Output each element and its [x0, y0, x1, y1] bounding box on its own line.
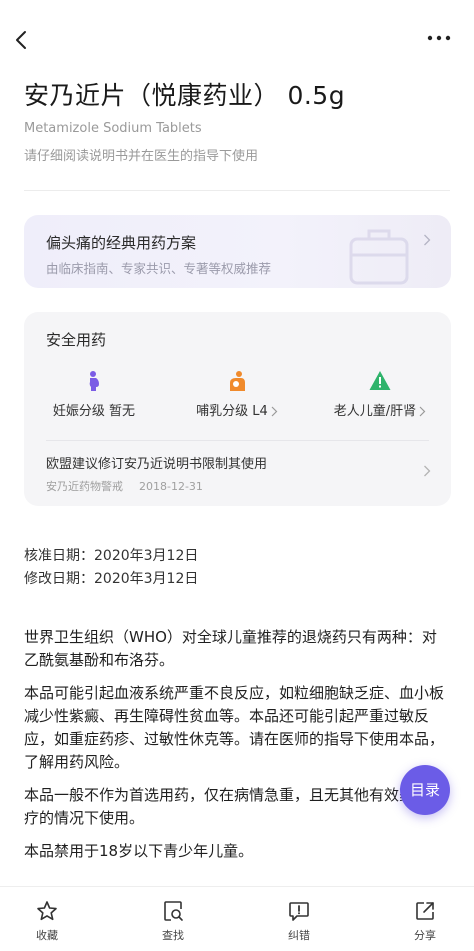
more-button[interactable] [424, 28, 454, 48]
report-error-tab[interactable]: 纠错 [269, 900, 329, 943]
toc-button[interactable]: 目录 [400, 765, 450, 815]
favorite-label: 收藏 [36, 929, 58, 942]
star-icon [37, 901, 57, 921]
drug-english-name: Metamizole Sodium Tablets [24, 121, 202, 136]
divider [24, 190, 450, 191]
content-paragraph: 本品可能引起血液系统严重不良反应，如粒细胞缺乏症、血小板减少性紫癜、再生障碍性贫… [24, 684, 445, 771]
breastfeeding-grade-item[interactable]: 哺乳分级 L4 [167, 370, 307, 424]
pregnancy-grade-label: 妊娠分级 暂无 [52, 404, 136, 419]
migraine-regimen-card[interactable]: 偏头痛的经典用药方案 由临床指南、专家共识、专著等权威推荐 [24, 215, 451, 288]
content-paragraph: 世界卫生组织（WHO）对全球儿童推荐的退烧药只有两种：对乙酰氨基酚和布洛芬。 [24, 628, 437, 669]
revised-date: 修改日期：2020年3月12日 [24, 571, 199, 587]
migraine-card-title: 偏头痛的经典用药方案 [46, 234, 197, 252]
safe-medication-card: 安全用药 妊娠分级 暂无 哺乳分级 L4 老人儿童/肝肾 欧盟建议修订安乃近说明… [24, 312, 451, 506]
report-error-label: 纠错 [288, 929, 310, 942]
warning-title: 欧盟建议修订安乃近说明书限制其使用 [46, 457, 268, 472]
elderly-children-label: 老人儿童/肝肾 [333, 404, 417, 419]
migraine-card-desc: 由临床指南、专家共识、专著等权威推荐 [46, 261, 272, 276]
warning-meta: 安乃近药物警戒 2018-12-31 [46, 478, 203, 494]
safety-warning-link[interactable]: 欧盟建议修订安乃近说明书限制其使用 安乃近药物警戒 2018-12-31 [24, 441, 451, 501]
pregnancy-grade-item: 妊娠分级 暂无 [24, 370, 164, 424]
breastfeeding-icon [230, 371, 245, 391]
share-icon [416, 902, 434, 920]
content-paragraph: 本品禁用于18岁以下青少年儿童。 [24, 842, 254, 860]
instruction-content: 世界卫生组织（WHO）对全球儿童推荐的退烧药只有两种：对乙酰氨基酚和布洛芬。 本… [24, 626, 448, 873]
warning-triangle-icon [369, 371, 391, 390]
drug-title: 安乃近片（悦康药业） 0.5g [24, 81, 346, 110]
pregnancy-icon [89, 371, 99, 391]
feedback-icon [289, 902, 309, 921]
approval-dates: 核准日期：2020年3月12日 修改日期：2020年3月12日 [24, 545, 198, 591]
back-button[interactable] [8, 24, 36, 56]
bottom-action-bar: 收藏 查找 纠错 分享 [0, 886, 474, 951]
chevron-right-icon [271, 406, 278, 417]
breastfeeding-grade-label: 哺乳分级 L4 [196, 404, 268, 419]
elderly-children-liver-kidney-item[interactable]: 老人儿童/肝肾 [310, 370, 450, 424]
share-label: 分享 [414, 929, 436, 942]
search-tab[interactable]: 查找 [143, 900, 203, 943]
safety-title: 安全用药 [46, 331, 107, 349]
search-doc-icon [164, 901, 183, 921]
more-dots-icon [427, 35, 451, 41]
content-paragraph: 本品一般不作为首选用药，仅在病情急重，且无其他有效药品治疗的情况下使用。 [24, 786, 445, 827]
favorite-tab[interactable]: 收藏 [17, 900, 77, 943]
warning-source: 安乃近药物警戒 [46, 480, 123, 493]
warning-date: 2018-12-31 [139, 480, 203, 493]
approved-date: 核准日期：2020年3月12日 [24, 548, 199, 564]
chevron-right-icon [424, 465, 431, 477]
share-tab[interactable]: 分享 [395, 900, 455, 943]
usage-instruction: 请仔细阅读说明书并在医生的指导下使用 [24, 149, 259, 164]
chevron-right-icon [424, 234, 431, 246]
medical-bag-icon [349, 229, 409, 285]
chevron-right-icon [419, 406, 426, 417]
search-label: 查找 [162, 929, 184, 942]
chevron-left-icon [16, 31, 26, 49]
top-bar [0, 0, 474, 80]
